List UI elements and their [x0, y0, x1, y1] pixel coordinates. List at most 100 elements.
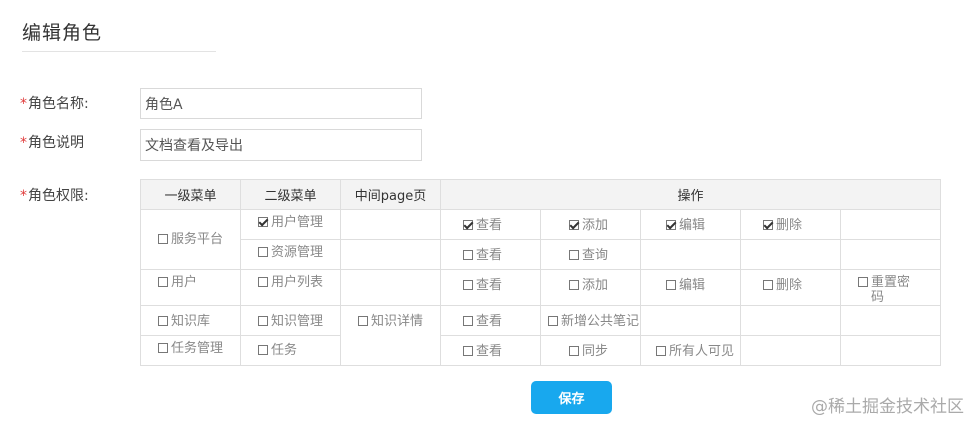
op-checkbox[interactable]: 新增公共笔记 [541, 306, 640, 329]
checkbox-box[interactable] [858, 277, 868, 287]
level2-cell: 资源管理 [240, 239, 341, 270]
checkbox-box[interactable] [463, 220, 473, 230]
middle-page-cell [340, 269, 441, 306]
op-cell: 查看 [440, 305, 541, 336]
op-checkbox[interactable]: 查看 [441, 306, 540, 329]
level1-checkbox[interactable]: 知识库 [141, 306, 240, 329]
role-name-label-text: 角色名称: [28, 96, 89, 112]
op-checkbox[interactable]: 查看 [441, 240, 540, 263]
level2-checkbox[interactable]: 资源管理 [241, 240, 340, 260]
level2-checkbox[interactable]: 知识管理 [241, 306, 340, 329]
checkbox-box[interactable] [666, 220, 676, 230]
op-label: 同步 [582, 344, 609, 359]
op-checkbox[interactable]: 查看 [441, 270, 540, 293]
op-label: 删除 [776, 278, 803, 293]
level2-cell: 任务 [240, 335, 341, 366]
op-checkbox[interactable]: 编辑 [641, 270, 740, 293]
middle-page-cell: 知识详情 [340, 305, 441, 366]
checkbox-box[interactable] [548, 316, 558, 326]
op-cell: 添加 [540, 269, 641, 306]
checkbox-box[interactable] [158, 343, 168, 353]
op-cell [840, 305, 941, 336]
level2-cell: 用户列表 [240, 269, 341, 306]
watermark: @稀土掘金技术社区 [811, 397, 964, 417]
op-cell [740, 305, 841, 336]
level1-label: 用户 [171, 275, 198, 290]
role-desc-input[interactable] [140, 129, 422, 161]
middle-page-label: 知识详情 [371, 314, 424, 329]
middle-page-checkbox[interactable]: 知识详情 [341, 306, 440, 329]
checkbox-box[interactable] [569, 346, 579, 356]
op-checkbox[interactable]: 查看 [441, 210, 540, 233]
level1-label: 知识库 [171, 314, 211, 329]
op-checkbox[interactable]: 删除 [741, 270, 840, 293]
level1-checkbox[interactable]: 用户 [141, 270, 240, 290]
checkbox-box[interactable] [763, 220, 773, 230]
checkbox-box[interactable] [258, 345, 268, 355]
role-name-input[interactable] [140, 88, 422, 119]
op-cell: 添加 [540, 209, 641, 240]
op-label: 删除 [776, 218, 803, 233]
level1-cell: 任务管理 [140, 335, 241, 366]
checkbox-box[interactable] [763, 280, 773, 290]
op-checkbox[interactable]: 查询 [541, 240, 640, 263]
checkbox-box[interactable] [463, 250, 473, 260]
level1-checkbox[interactable]: 服务平台 [141, 210, 240, 247]
op-checkbox[interactable]: 所有人可见 [641, 336, 740, 359]
level1-checkbox[interactable]: 任务管理 [141, 336, 240, 356]
op-cell: 查询 [540, 239, 641, 270]
checkbox-box[interactable] [666, 280, 676, 290]
op-checkbox[interactable]: 删除 [741, 210, 840, 233]
checkbox-box[interactable] [358, 316, 368, 326]
op-label: 查询 [582, 248, 609, 263]
checkbox-box[interactable] [158, 277, 168, 287]
level2-checkbox[interactable]: 用户管理 [241, 210, 340, 230]
checkbox-box[interactable] [258, 217, 268, 227]
table-header-row: 一级菜单 二级菜单 中间page页 操作 [140, 179, 941, 210]
op-checkbox[interactable]: 添加 [541, 210, 640, 233]
checkbox-box[interactable] [569, 220, 579, 230]
level2-label: 知识管理 [271, 314, 324, 329]
checkbox-box[interactable] [258, 277, 268, 287]
op-cell [840, 239, 941, 270]
level2-checkbox[interactable]: 用户列表 [241, 270, 340, 290]
level2-label: 用户管理 [271, 215, 324, 230]
op-label: 查看 [476, 344, 503, 359]
op-label: 查看 [476, 314, 503, 329]
role-perm-label-text: 角色权限: [28, 188, 89, 204]
level2-cell: 用户管理 [240, 209, 341, 240]
table-row: 用户 用户列表 查看 添加 编辑 删除 重置密码 [140, 269, 941, 306]
save-button[interactable]: 保存 [531, 381, 612, 414]
checkbox-box[interactable] [258, 247, 268, 257]
level1-cell: 用户 [140, 269, 241, 306]
checkbox-box[interactable] [569, 250, 579, 260]
op-checkbox[interactable]: 同步 [541, 336, 640, 359]
role-perm-label: *角色权限: [20, 185, 89, 205]
checkbox-box[interactable] [158, 234, 168, 244]
table-row: 资源管理 查看 查询 [141, 239, 941, 270]
level1-cell: 知识库 [140, 305, 241, 336]
checkbox-box[interactable] [463, 280, 473, 290]
level2-checkbox[interactable]: 任务 [241, 336, 340, 358]
op-checkbox[interactable]: 重置密码 [841, 270, 940, 305]
op-cell [840, 335, 941, 366]
checkbox-box[interactable] [656, 346, 666, 356]
op-checkbox[interactable]: 编辑 [641, 210, 740, 233]
op-checkbox[interactable]: 查看 [441, 336, 540, 359]
checkbox-box[interactable] [258, 316, 268, 326]
op-cell: 编辑 [640, 269, 741, 306]
header-operations: 操作 [440, 179, 941, 210]
checkbox-box[interactable] [463, 316, 473, 326]
op-cell: 查看 [440, 239, 541, 270]
checkbox-box[interactable] [463, 346, 473, 356]
checkbox-box[interactable] [158, 316, 168, 326]
op-label: 编辑 [679, 278, 706, 293]
op-cell [740, 335, 841, 366]
level2-label: 任务 [271, 343, 298, 358]
op-checkbox[interactable]: 添加 [541, 270, 640, 293]
op-label: 添加 [582, 218, 609, 233]
op-cell [740, 239, 841, 270]
checkbox-box[interactable] [569, 280, 579, 290]
level1-cell: 服务平台 [140, 209, 241, 270]
page-title: 编辑角色 [22, 22, 103, 44]
